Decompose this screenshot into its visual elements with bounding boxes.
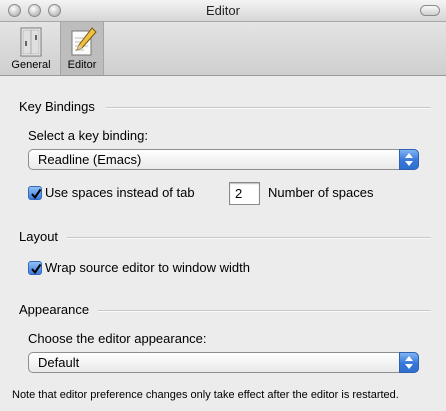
key-binding-popup[interactable]: Readline (Emacs): [28, 149, 419, 170]
number-of-spaces-label: Number of spaces: [268, 185, 374, 200]
appearance-popup[interactable]: Default: [28, 352, 419, 373]
tab-editor-label: Editor: [67, 59, 97, 71]
checkmark-icon: [31, 263, 42, 275]
use-spaces-checkbox[interactable]: [28, 186, 42, 200]
restart-note: Note that editor preference changes only…: [12, 389, 399, 401]
appearance-select-label: Choose the editor appearance:: [28, 331, 207, 346]
title-bar: Editor: [0, 0, 446, 22]
key-binding-select-label: Select a key binding:: [28, 128, 148, 143]
key-bindings-divider: [106, 107, 431, 109]
appearance-heading: Appearance: [19, 302, 90, 317]
key-bindings-heading: Key Bindings: [19, 99, 95, 114]
tab-editor[interactable]: Editor: [60, 22, 104, 75]
preferences-toolbar: General Editor: [0, 22, 446, 76]
appearance-selected: Default: [38, 355, 80, 370]
popup-arrows-icon: [399, 149, 419, 170]
number-of-spaces-input[interactable]: [230, 183, 259, 204]
key-binding-selected: Readline (Emacs): [38, 152, 142, 167]
use-spaces-label[interactable]: Use spaces instead of tab: [45, 185, 195, 200]
wrap-editor-label[interactable]: Wrap source editor to window width: [45, 260, 250, 275]
checkmark-icon: [31, 188, 42, 200]
appearance-divider: [98, 310, 431, 312]
wrap-editor-checkbox[interactable]: [28, 261, 42, 275]
window-title: Editor: [206, 3, 240, 18]
popup-arrows-icon: [399, 352, 419, 373]
layout-heading: Layout: [19, 229, 59, 244]
layout-divider: [67, 237, 431, 239]
tab-general[interactable]: General: [4, 22, 58, 75]
number-of-spaces-field[interactable]: [229, 182, 260, 205]
toolbar-toggle-button[interactable]: [420, 5, 440, 16]
pencil-notepad-icon: [71, 27, 97, 56]
general-prefs-icon: [20, 27, 42, 57]
tab-general-label: General: [11, 59, 51, 71]
